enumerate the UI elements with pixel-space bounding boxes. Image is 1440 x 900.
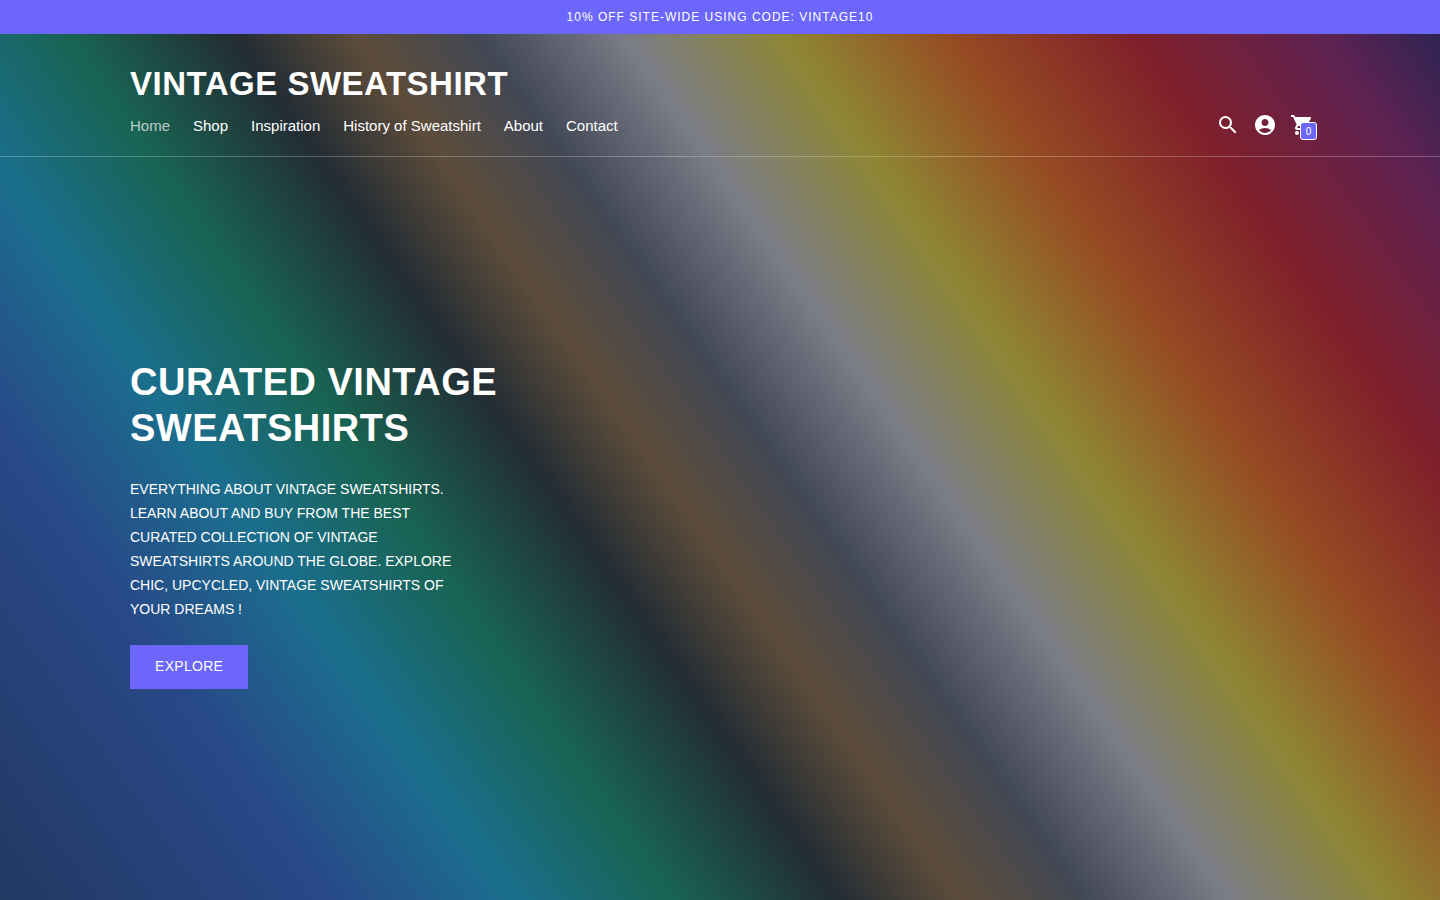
header-icons: 0 — [1216, 113, 1314, 138]
nav-link[interactable]: Home — [130, 114, 170, 138]
hero-section: VINTAGE SWEATSHIRT Home Shop Inspiration His… — [0, 34, 1440, 900]
page: 10% OFF SITE-WIDE USING CODE: VINTAGE10 V… — [0, 0, 1440, 900]
nav-link[interactable]: About — [504, 114, 543, 138]
explore-button[interactable]: EXPLORE — [130, 645, 248, 689]
nav-link[interactable]: Shop — [193, 114, 228, 138]
site-header: VINTAGE SWEATSHIRT Home Shop Inspiration His… — [0, 34, 1440, 157]
search-button[interactable] — [1216, 113, 1240, 137]
account-icon — [1253, 113, 1277, 137]
search-icon — [1216, 113, 1240, 137]
announcement-bar: 10% OFF SITE-WIDE USING CODE: VINTAGE10 — [0, 0, 1440, 34]
cart-button[interactable]: 0 — [1290, 113, 1314, 137]
nav-link[interactable]: Contact — [566, 114, 618, 138]
hero-title: CURATED VINTAGE SWEATSHIRTS — [130, 359, 610, 451]
brand: VINTAGE SWEATSHIRT Home Shop Inspiration His… — [130, 62, 618, 138]
hero-content: CURATED VINTAGE SWEATSHIRTS EVERYTHING AB… — [0, 157, 1440, 900]
nav-link[interactable]: Inspiration — [251, 114, 320, 138]
main-nav: Home Shop Inspiration History of Sweatshirt… — [130, 114, 618, 138]
account-button[interactable] — [1253, 113, 1277, 137]
nav-link[interactable]: History of Sweatshirt — [343, 114, 481, 138]
site-logo[interactable]: VINTAGE SWEATSHIRT — [130, 62, 618, 106]
cart-count-badge: 0 — [1300, 122, 1317, 140]
hero-description: EVERYTHING ABOUT VINTAGE SWEATSHIRTS. LE… — [130, 477, 480, 621]
